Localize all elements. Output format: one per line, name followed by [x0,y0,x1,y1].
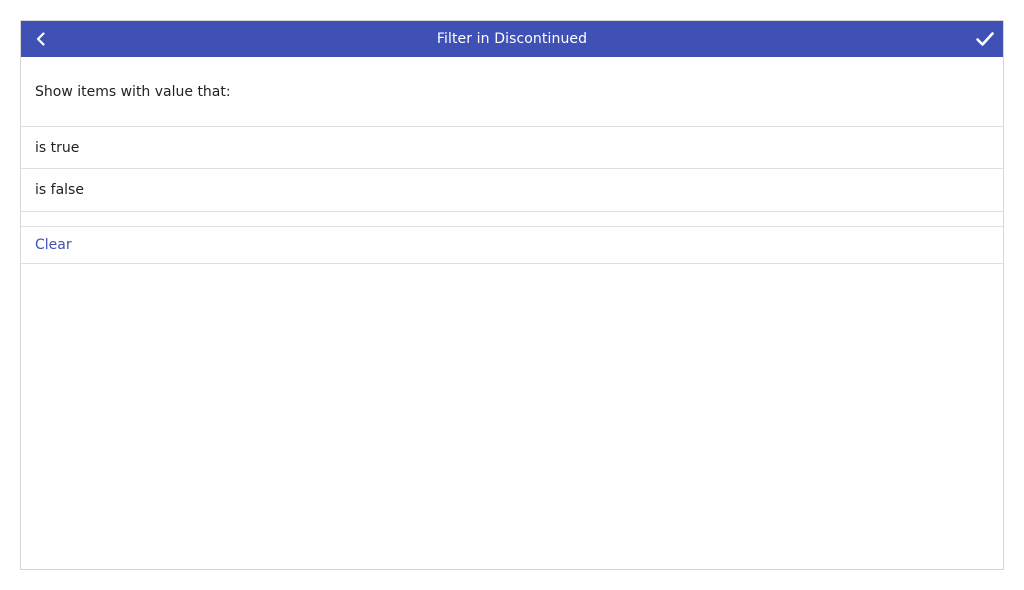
option-is-false[interactable]: is false [21,169,1003,212]
check-icon [976,32,994,46]
filter-dialog: Filter in Discontinued Show items with v… [20,20,1004,570]
filter-prompt: Show items with value that: [21,57,1003,127]
filter-prompt-text: Show items with value that: [35,83,231,100]
clear-button[interactable]: Clear [35,237,72,253]
chevron-left-icon [36,32,45,46]
clear-row: Clear [21,227,1003,264]
back-button[interactable] [29,27,53,51]
option-is-true[interactable]: is true [21,127,1003,169]
title-bar: Filter in Discontinued [21,21,1003,57]
confirm-button[interactable] [973,27,997,51]
page-title: Filter in Discontinued [436,31,588,47]
option-label: is true [35,139,80,156]
section-divider [21,212,1003,227]
option-label: is false [35,182,84,198]
